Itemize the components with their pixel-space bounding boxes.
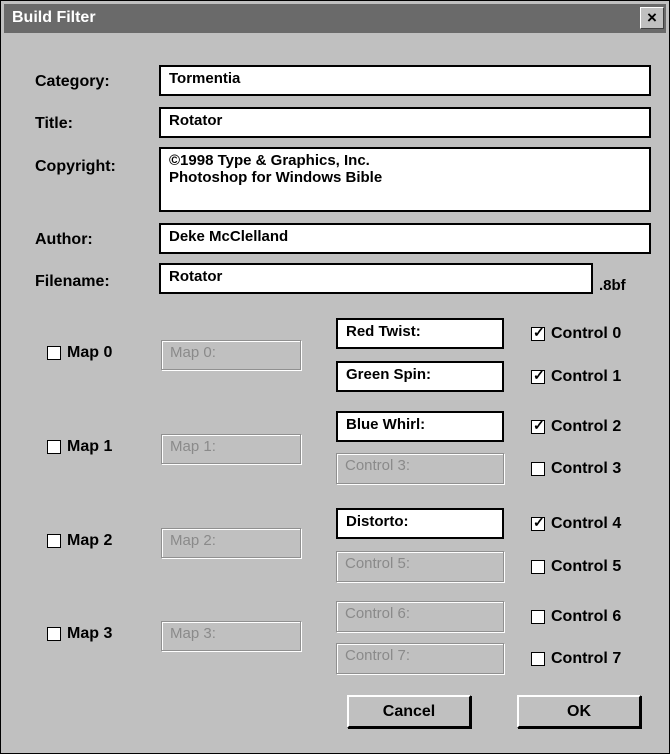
control-0-checkbox[interactable]: Control 0 <box>531 324 622 343</box>
control-3-label: Control 3 <box>551 460 622 477</box>
control-1-field[interactable]: Green Spin: <box>336 361 504 392</box>
control-2-label: Control 2 <box>551 418 622 435</box>
control-7-field[interactable]: Control 7: <box>336 643 504 674</box>
control-0-label: Control 0 <box>551 325 622 342</box>
checkbox-box <box>531 462 545 476</box>
author-field[interactable]: Deke McClelland <box>159 223 651 254</box>
cancel-button[interactable]: Cancel <box>347 695 471 728</box>
control-3-field[interactable]: Control 3: <box>336 453 504 484</box>
control-3-checkbox[interactable]: Control 3 <box>531 460 621 478</box>
map-2-label: Map 2 <box>67 532 113 549</box>
title-label: Title: <box>35 115 73 132</box>
close-button[interactable]: × <box>640 7 664 29</box>
author-label: Author: <box>35 231 93 248</box>
control-4-field[interactable]: Distorto: <box>336 508 504 539</box>
control-7-label: Control 7 <box>551 650 622 667</box>
control-7-checkbox[interactable]: Control 7 <box>531 650 621 668</box>
map-1-label: Map 1 <box>67 438 113 455</box>
control-1-label: Control 1 <box>551 368 622 385</box>
control-5-field[interactable]: Control 5: <box>336 551 504 582</box>
title-field[interactable]: Rotator <box>159 107 651 138</box>
checkbox-box <box>47 346 61 360</box>
map-3-label: Map 3 <box>67 625 113 642</box>
map-2-field[interactable]: Map 2: <box>161 528 301 558</box>
control-6-field[interactable]: Control 6: <box>336 601 504 632</box>
control-4-label: Control 4 <box>551 515 622 532</box>
dialog-title: Build Filter <box>12 9 96 26</box>
checkbox-box <box>531 652 545 666</box>
control-6-checkbox[interactable]: Control 6 <box>531 608 621 626</box>
map-1-field[interactable]: Map 1: <box>161 434 301 464</box>
filename-label: Filename: <box>35 273 110 290</box>
checkbox-box <box>531 560 545 574</box>
checkbox-box <box>531 514 545 531</box>
checkbox-box <box>47 534 61 548</box>
checkbox-box <box>531 367 545 384</box>
map-3-checkbox[interactable]: Map 3 <box>47 625 112 643</box>
control-6-label: Control 6 <box>551 608 622 625</box>
filename-extension: .8bf <box>599 277 626 294</box>
filename-field[interactable]: Rotator <box>159 263 593 294</box>
checkbox-box <box>531 610 545 624</box>
map-3-field[interactable]: Map 3: <box>161 621 301 651</box>
title-bar[interactable]: Build Filter × <box>4 4 666 33</box>
copyright-label: Copyright: <box>35 158 116 175</box>
control-0-field[interactable]: Red Twist: <box>336 318 504 349</box>
ok-button[interactable]: OK <box>517 695 641 728</box>
map-2-checkbox[interactable]: Map 2 <box>47 532 112 550</box>
checkbox-box <box>531 324 545 341</box>
copyright-field[interactable]: ©1998 Type & Graphics, Inc. Photoshop fo… <box>159 147 651 212</box>
control-2-checkbox[interactable]: Control 2 <box>531 417 622 436</box>
map-0-label: Map 0 <box>67 344 113 361</box>
control-5-checkbox[interactable]: Control 5 <box>531 558 621 576</box>
checkbox-box <box>531 417 545 434</box>
control-2-field[interactable]: Blue Whirl: <box>336 411 504 442</box>
map-0-checkbox[interactable]: Map 0 <box>47 344 112 362</box>
map-0-field[interactable]: Map 0: <box>161 340 301 370</box>
checkbox-box <box>47 440 61 454</box>
control-5-label: Control 5 <box>551 558 622 575</box>
control-4-checkbox[interactable]: Control 4 <box>531 514 622 533</box>
control-1-checkbox[interactable]: Control 1 <box>531 367 622 386</box>
build-filter-dialog: Build Filter × Category: Tormentia Title… <box>0 0 670 754</box>
category-label: Category: <box>35 73 110 90</box>
checkbox-box <box>47 627 61 641</box>
category-field[interactable]: Tormentia <box>159 65 651 96</box>
map-1-checkbox[interactable]: Map 1 <box>47 438 112 456</box>
